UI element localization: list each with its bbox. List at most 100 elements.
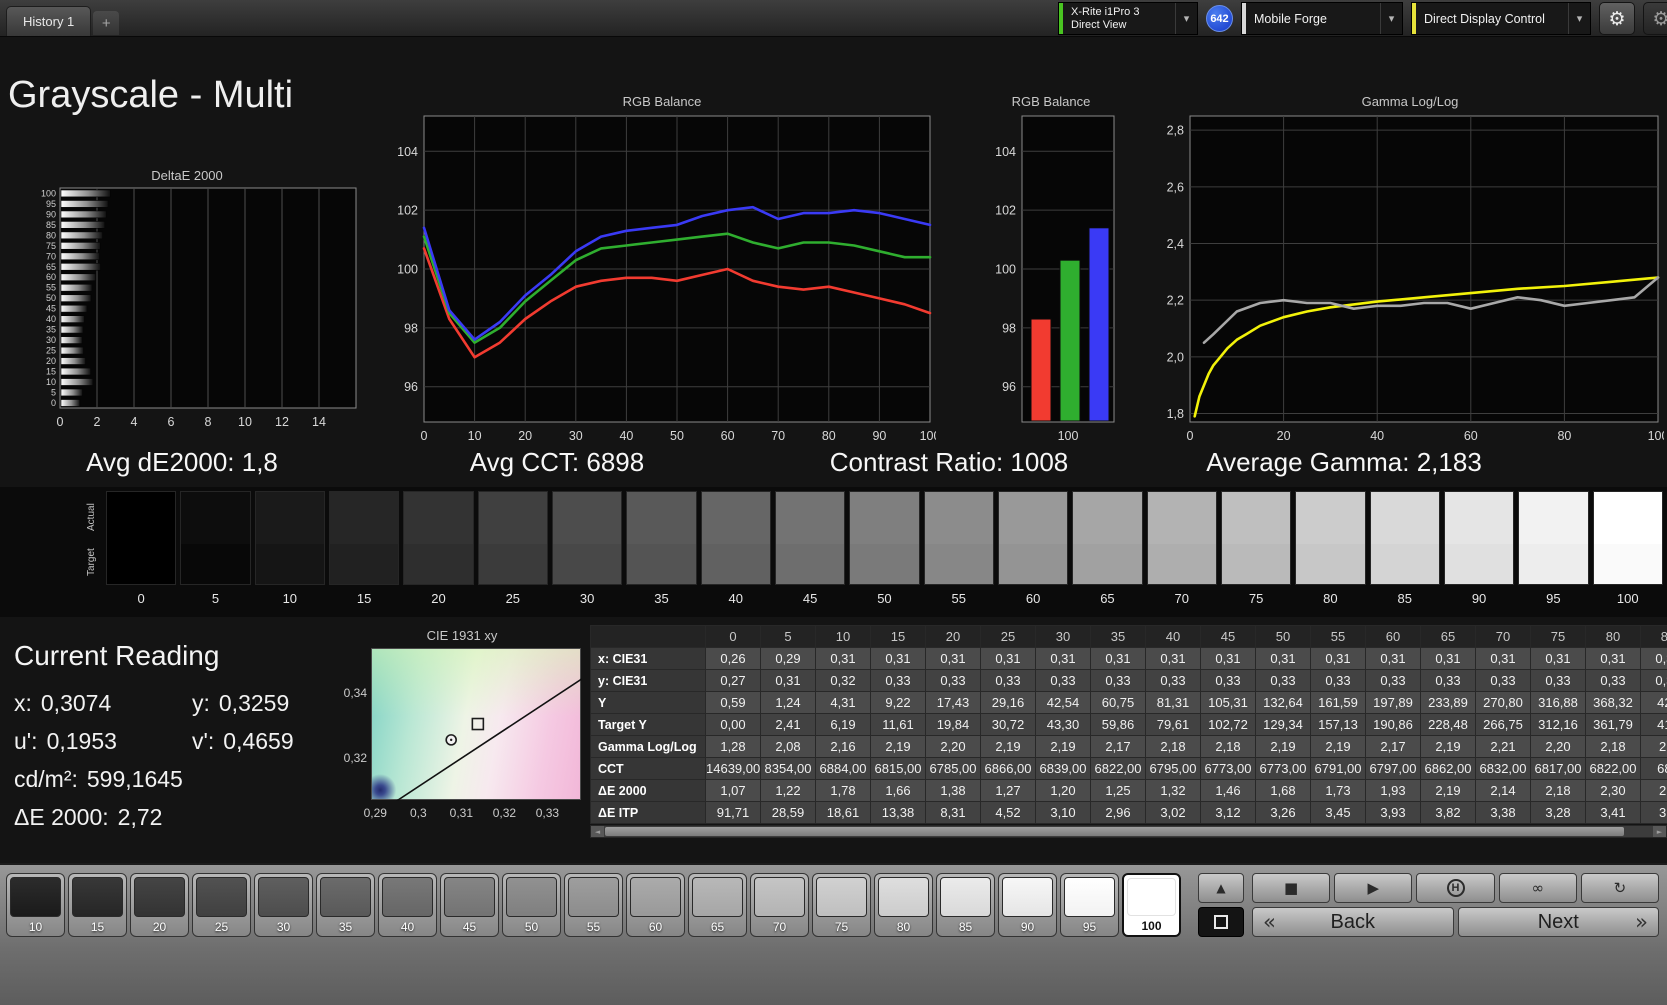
level-button-95[interactable]: 95 [1060, 873, 1119, 937]
chevron-down-icon[interactable]: ▾ [1175, 3, 1197, 34]
level-button-30[interactable]: 30 [254, 873, 313, 937]
patch-target [181, 544, 250, 584]
table-cell: 368,32 [1585, 691, 1641, 714]
grayscale-patch-35: 35 [626, 491, 697, 606]
meter-selector[interactable]: X-Rite i1Pro 3 Direct View ▾ [1058, 2, 1198, 35]
svg-text:95: 95 [46, 199, 56, 209]
scrollbar-thumb[interactable] [605, 827, 1624, 836]
svg-text:60: 60 [721, 429, 735, 443]
patch-colors [254, 491, 325, 585]
stop-button[interactable]: ■ [1252, 873, 1331, 903]
summary-stats-row: Avg dE2000: 1,8 Avg CCT: 6898 Contrast R… [0, 445, 1667, 481]
refresh-button[interactable]: ↻ [1580, 873, 1660, 903]
level-button-60[interactable]: 60 [626, 873, 685, 937]
patch-level-label: 30 [579, 591, 595, 606]
svg-text:2: 2 [94, 415, 101, 429]
svg-text:0: 0 [51, 398, 56, 408]
chevron-down-icon[interactable]: ▾ [1380, 3, 1402, 34]
add-tab-button[interactable]: + [93, 11, 120, 35]
level-button-40[interactable]: 40 [378, 873, 437, 937]
table-cell: 0,31 [760, 669, 816, 692]
level-button-90[interactable]: 90 [998, 873, 1057, 937]
level-button-45[interactable]: 45 [440, 873, 499, 937]
patch-actual [329, 492, 399, 545]
level-button-15[interactable]: 15 [68, 873, 127, 937]
level-button-100[interactable]: 100 [1122, 873, 1181, 937]
row-label: ΔE ITP [590, 801, 706, 824]
patch-level-label: 0 [137, 591, 145, 606]
next-button-label: Next [1537, 910, 1579, 933]
refresh-icon: ↻ [1613, 879, 1627, 897]
reading-pair: u': 0,1953 [14, 728, 192, 755]
patch-actual [627, 492, 696, 545]
patch-target [627, 544, 696, 584]
meter-count-badge[interactable]: 642 [1206, 5, 1233, 32]
level-button-65[interactable]: 65 [688, 873, 747, 937]
level-button-75[interactable]: 75 [812, 873, 871, 937]
table-cell: 0,31 [925, 647, 981, 670]
table-cell: 2,96 [1090, 801, 1146, 824]
svg-text:104: 104 [995, 145, 1016, 159]
back-button[interactable]: « Back [1252, 907, 1454, 937]
scroll-left-icon[interactable]: ◄ [591, 826, 604, 837]
patch-window-button[interactable] [1198, 907, 1244, 937]
reading-pair: cd/m²: 599,1645 [14, 766, 183, 793]
table-cell: 0,33 [1200, 669, 1256, 692]
history-tab[interactable]: History 1 [6, 6, 92, 36]
patch-level-label: 40 [728, 591, 744, 606]
cie-diagram-overlay [396, 678, 582, 801]
patch-actual [701, 492, 770, 545]
patch-colors [1072, 491, 1143, 585]
table-cell: 1,46 [1200, 779, 1256, 802]
app-settings-button[interactable]: ⚙ [1643, 2, 1667, 35]
settings-button[interactable]: ⚙ [1599, 2, 1635, 35]
svg-text:102: 102 [397, 204, 418, 218]
display-control-label: Direct Display Control [1424, 11, 1545, 26]
continuous-read-button[interactable]: ∞ [1498, 873, 1577, 903]
level-button-label: 100 [1141, 919, 1162, 933]
table-cell: 6866,00 [980, 757, 1036, 780]
level-button-10[interactable]: 10 [6, 873, 65, 937]
patch-actual [1519, 492, 1588, 545]
table-cell: 1,66 [870, 779, 926, 802]
svg-text:90: 90 [872, 429, 886, 443]
reading-label: v': [192, 728, 215, 754]
patch-actual [552, 492, 622, 545]
source-selector[interactable]: Mobile Forge ▾ [1241, 2, 1403, 35]
table-row: ΔE 2000 1,07 1,22 1,78 1,66 1,38 1,27 1,20 1,25 1… [590, 779, 1667, 802]
patch-target [1519, 544, 1588, 584]
svg-text:5: 5 [51, 387, 56, 397]
h-mode-button[interactable]: H [1416, 873, 1495, 903]
reading-label: cd/m²: [14, 766, 78, 792]
level-button-85[interactable]: 85 [936, 873, 995, 937]
page-title: Grayscale - Multi [8, 74, 294, 116]
gear-icon: ⚙ [1652, 7, 1667, 30]
display-control-selector[interactable]: Direct Display Control ▾ [1411, 2, 1591, 35]
meter-label-line1: X-Rite i1Pro 3 [1071, 5, 1140, 18]
transport-controls: ■ ▶ H ∞ ↻ « Back Next » [1252, 873, 1660, 937]
table-cell: 18,61 [815, 801, 871, 824]
scroll-up-button[interactable]: ▲ [1198, 873, 1244, 903]
next-button[interactable]: Next » [1457, 907, 1659, 937]
grayscale-patch-80: 80 [1295, 491, 1366, 606]
table-scrollbar[interactable]: ◄ ► [590, 825, 1667, 838]
svg-text:65: 65 [46, 262, 56, 272]
patch-target [1221, 544, 1291, 584]
level-button-20[interactable]: 20 [130, 873, 189, 937]
patch-target [404, 544, 473, 584]
table-cell: 312,16 [1530, 713, 1586, 736]
row-label: Y [590, 691, 706, 714]
table-cell: 316,88 [1530, 691, 1586, 714]
scroll-right-icon[interactable]: ► [1653, 826, 1666, 837]
level-button-55[interactable]: 55 [564, 873, 623, 937]
table-cell: 6773,00 [1200, 757, 1256, 780]
level-button-80[interactable]: 80 [874, 873, 933, 937]
play-button[interactable]: ▶ [1334, 873, 1413, 903]
level-button-35[interactable]: 35 [316, 873, 375, 937]
level-button-25[interactable]: 25 [192, 873, 251, 937]
level-button-70[interactable]: 70 [750, 873, 809, 937]
table-cell: 3,38 [1475, 801, 1531, 824]
table-cell: 2,21 [1475, 735, 1531, 758]
level-button-50[interactable]: 50 [502, 873, 561, 937]
chevron-down-icon[interactable]: ▾ [1568, 3, 1590, 34]
